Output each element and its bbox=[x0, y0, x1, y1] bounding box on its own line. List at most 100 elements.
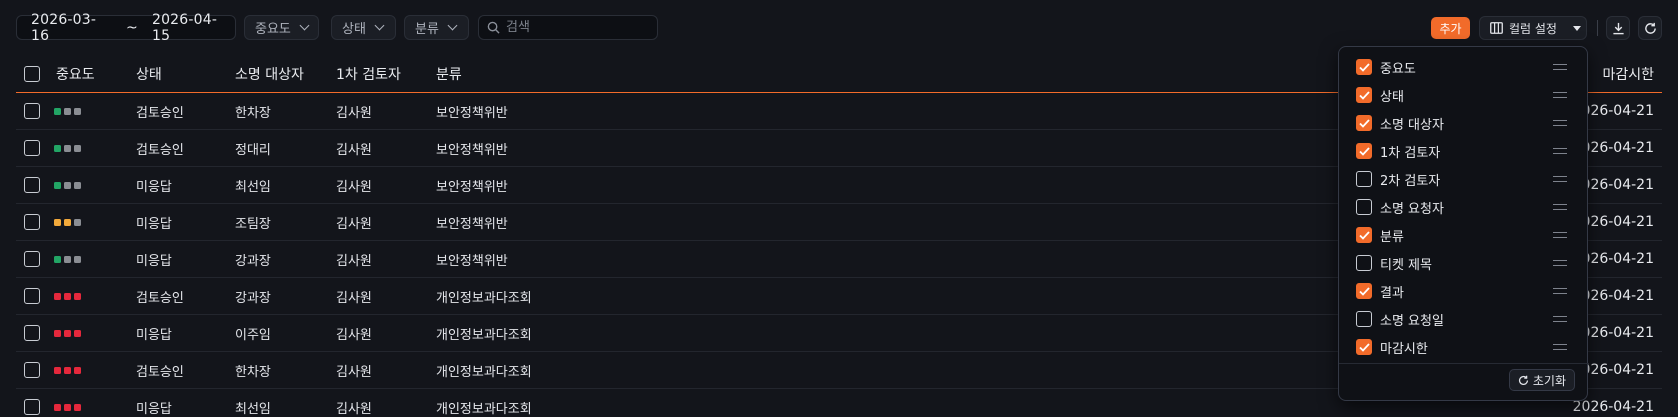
chevron-down-icon bbox=[299, 20, 310, 31]
status-cell: 검토승인 bbox=[136, 142, 184, 158]
add-button[interactable]: 추가 bbox=[1431, 17, 1470, 39]
drag-handle-icon[interactable] bbox=[1553, 232, 1567, 238]
column-option[interactable]: 1차 검토자 bbox=[1339, 137, 1589, 165]
importance-indicator bbox=[54, 204, 81, 240]
row-checkbox[interactable] bbox=[24, 251, 40, 267]
row-checkbox[interactable] bbox=[24, 214, 40, 230]
check-icon bbox=[1358, 90, 1370, 100]
drag-handle-icon[interactable] bbox=[1553, 176, 1567, 182]
check-icon bbox=[1358, 146, 1370, 156]
importance-dot bbox=[64, 255, 71, 263]
select-all-checkbox[interactable] bbox=[24, 66, 40, 82]
header-importance[interactable]: 중요도 bbox=[56, 56, 95, 92]
reset-label: 초기화 bbox=[1532, 373, 1566, 388]
importance-indicator bbox=[54, 130, 81, 166]
column-option-checkbox[interactable] bbox=[1356, 255, 1372, 271]
column-option[interactable]: 분류 bbox=[1339, 221, 1589, 249]
row-checkbox[interactable] bbox=[24, 362, 40, 378]
category-filter[interactable]: 분류 bbox=[404, 15, 469, 40]
column-option[interactable]: 소명 요청자 bbox=[1339, 193, 1589, 221]
column-option[interactable]: 티켓 제목 bbox=[1339, 249, 1589, 277]
column-option-label: 소명 요청자 bbox=[1380, 201, 1444, 217]
target-cell: 강과장 bbox=[235, 253, 271, 269]
target-cell: 정대리 bbox=[235, 142, 271, 158]
column-option[interactable]: 마감시한 bbox=[1339, 333, 1589, 361]
column-option-checkbox[interactable] bbox=[1356, 227, 1372, 243]
column-option-checkbox[interactable] bbox=[1356, 171, 1372, 187]
importance-dot bbox=[64, 181, 71, 189]
drag-handle-icon[interactable] bbox=[1553, 316, 1567, 322]
header-deadline[interactable]: 마감시한 bbox=[1602, 56, 1654, 92]
header-reviewer1[interactable]: 1차 검토자 bbox=[336, 56, 401, 92]
category-cell: 개인정보과다조회 bbox=[436, 364, 532, 380]
toolbar-divider bbox=[1597, 20, 1598, 36]
status-cell: 미응답 bbox=[136, 216, 172, 232]
row-checkbox-wrap bbox=[24, 204, 40, 240]
column-option-checkbox[interactable] bbox=[1356, 115, 1372, 131]
reset-button[interactable]: 초기화 bbox=[1508, 369, 1575, 391]
check-icon bbox=[1358, 230, 1370, 240]
drag-handle-icon[interactable] bbox=[1553, 92, 1567, 98]
drag-handle-icon[interactable] bbox=[1553, 260, 1567, 266]
date-range-picker[interactable]: 2026-03-16 ~ 2026-04-15 bbox=[16, 12, 236, 44]
drag-handle-icon[interactable] bbox=[1553, 120, 1567, 126]
row-checkbox[interactable] bbox=[24, 399, 40, 415]
importance-indicator bbox=[54, 389, 81, 417]
row-checkbox[interactable] bbox=[24, 325, 40, 341]
row-checkbox[interactable] bbox=[24, 140, 40, 156]
column-option[interactable]: 중요도 bbox=[1339, 53, 1589, 81]
row-checkbox[interactable] bbox=[24, 288, 40, 304]
refresh-button[interactable] bbox=[1638, 16, 1662, 40]
drag-handle-icon[interactable] bbox=[1553, 204, 1567, 210]
column-option[interactable]: 소명 요청일 bbox=[1339, 305, 1589, 333]
status-cell: 검토승인 bbox=[136, 364, 184, 380]
header-status[interactable]: 상태 bbox=[136, 56, 162, 92]
column-option[interactable]: 상태 bbox=[1339, 81, 1589, 109]
importance-filter[interactable]: 중요도 bbox=[244, 15, 319, 40]
check-icon bbox=[1358, 342, 1370, 352]
download-button[interactable] bbox=[1606, 16, 1630, 40]
importance-dot bbox=[64, 329, 71, 337]
drag-handle-icon[interactable] bbox=[1553, 288, 1567, 294]
header-category[interactable]: 분류 bbox=[436, 56, 462, 92]
search-input[interactable] bbox=[506, 20, 646, 35]
status-cell: 미응답 bbox=[136, 327, 172, 343]
panel-divider bbox=[1339, 363, 1589, 364]
refresh-icon bbox=[1644, 22, 1656, 34]
status-filter-label: 상태 bbox=[342, 22, 366, 37]
target-cell: 한차장 bbox=[235, 105, 271, 121]
status-filter[interactable]: 상태 bbox=[331, 15, 396, 40]
select-all-checkbox-wrap bbox=[24, 56, 40, 92]
column-option[interactable]: 소명 대상자 bbox=[1339, 109, 1589, 137]
column-option-checkbox[interactable] bbox=[1356, 199, 1372, 215]
target-cell: 강과장 bbox=[235, 290, 271, 306]
column-option[interactable]: 결과 bbox=[1339, 277, 1589, 305]
importance-dot bbox=[74, 403, 81, 411]
importance-dot bbox=[74, 107, 81, 115]
column-settings-label: 컬럼 설정 bbox=[1509, 21, 1557, 36]
reviewer1-cell: 김사원 bbox=[336, 142, 372, 158]
search-box[interactable] bbox=[478, 15, 658, 40]
drag-handle-icon[interactable] bbox=[1553, 148, 1567, 154]
column-option[interactable]: 2차 검토자 bbox=[1339, 165, 1589, 193]
importance-dot bbox=[74, 255, 81, 263]
column-option-checkbox[interactable] bbox=[1356, 143, 1372, 159]
column-settings-button[interactable]: 컬럼 설정 bbox=[1479, 16, 1587, 40]
drag-handle-icon[interactable] bbox=[1553, 344, 1567, 350]
target-cell: 조팀장 bbox=[235, 216, 271, 232]
row-checkbox[interactable] bbox=[24, 177, 40, 193]
row-checkbox[interactable] bbox=[24, 103, 40, 119]
reviewer1-cell: 김사원 bbox=[336, 216, 372, 232]
category-cell: 보안정책위반 bbox=[436, 142, 508, 158]
column-option-checkbox[interactable] bbox=[1356, 311, 1372, 327]
column-option-checkbox[interactable] bbox=[1356, 59, 1372, 75]
importance-dot bbox=[54, 144, 61, 152]
columns-icon bbox=[1490, 22, 1503, 34]
column-option-checkbox[interactable] bbox=[1356, 339, 1372, 355]
header-target[interactable]: 소명 대상자 bbox=[235, 56, 304, 92]
status-cell: 검토승인 bbox=[136, 290, 184, 306]
column-option-checkbox[interactable] bbox=[1356, 283, 1372, 299]
drag-handle-icon[interactable] bbox=[1553, 64, 1567, 70]
column-option-checkbox[interactable] bbox=[1356, 87, 1372, 103]
reviewer1-cell: 김사원 bbox=[336, 290, 372, 306]
